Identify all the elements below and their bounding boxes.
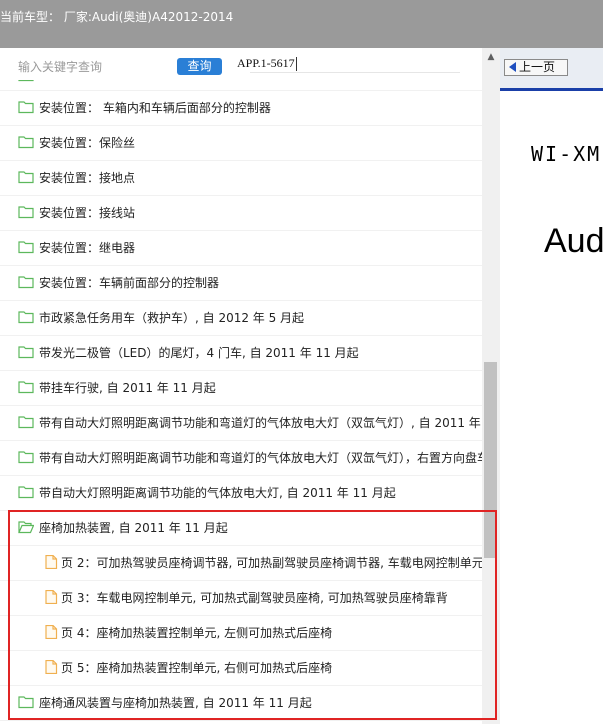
- previous-page-label: 上一页: [519, 60, 556, 74]
- folder-icon: [18, 415, 34, 429]
- tree-folder-item[interactable]: 安装位置： 车箱内和车辆后面部分的控制器: [0, 91, 482, 126]
- tree-folder-item[interactable]: 座椅加热装置, 自 2011 年 11 月起: [0, 511, 482, 546]
- tree-folder-item[interactable]: 带自动大灯照明距离调节功能的气体放电大灯, 自 2011 年 11 月起: [0, 476, 482, 511]
- tree-page-item[interactable]: 页 4：座椅加热装置控制单元, 左侧可加热式后座椅: [0, 616, 482, 651]
- tree-page-item[interactable]: 页 3：车载电网控制单元, 可加热式副驾驶员座椅, 可加热驾驶员座椅靠背: [0, 581, 482, 616]
- vertical-scrollbar[interactable]: ▲: [482, 48, 500, 724]
- folder-icon: [18, 695, 34, 709]
- document-heading-wixml: WI-XML: [531, 142, 603, 166]
- document-heading-brand: Audi: [544, 222, 603, 260]
- previous-page-button[interactable]: 上一页: [504, 59, 568, 76]
- tree-item-label: 座椅加热装置, 自 2011 年 11 月起: [39, 521, 228, 535]
- tree-page-item[interactable]: 页 2：可加热驾驶员座椅调节器, 可加热副驾驶员座椅调节器, 车载电网控制单元: [0, 546, 482, 581]
- tree-item-label: 带有自动大灯照明距离调节功能和弯道灯的气体放电大灯（双氙气灯）, 自 2011 …: [39, 416, 482, 430]
- tree-item-label: 安装位置：接线站: [39, 206, 136, 220]
- folder-icon: [18, 100, 34, 114]
- tree-list: 安全气囊系统, 自 2011 年 11 月起安装位置： 车箱内和车辆后面部分的控…: [0, 73, 482, 724]
- text-cursor: [295, 57, 297, 72]
- tree-folder-item[interactable]: 带发光二极管（LED）的尾灯，4 门车, 自 2011 年 11 月起: [0, 336, 482, 371]
- tree-item-label: 安装位置：保险丝: [39, 136, 136, 150]
- tree-item-label: 安装位置：车辆前面部分的控制器: [39, 276, 220, 290]
- tree-item-label: 带自动大灯照明距离调节功能的气体放电大灯, 自 2011 年 11 月起: [39, 486, 396, 500]
- folder-icon: [18, 345, 34, 359]
- folder-icon: [18, 310, 34, 324]
- scroll-up-arrow-icon[interactable]: ▲: [482, 48, 500, 66]
- search-bar: 查询 APP.1-5617: [0, 48, 480, 80]
- tree-folder-item[interactable]: 市政紧急任务用车（救护车）, 自 2012 年 5 月起: [0, 301, 482, 336]
- document-toolbar: 上一页: [500, 48, 603, 88]
- tree-item-label: 页 2：可加热驾驶员座椅调节器, 可加热副驾驶员座椅调节器, 车载电网控制单元: [61, 556, 482, 570]
- tree-folder-item[interactable]: 安装位置：接线站: [0, 196, 482, 231]
- folder-icon: [18, 170, 34, 184]
- document-page-icon: [43, 554, 59, 570]
- search-button[interactable]: 查询: [177, 58, 222, 75]
- tree-folder-item[interactable]: 带挂车行驶, 自 2011 年 11 月起: [0, 371, 482, 406]
- tree-item-label: 座椅通风装置与座椅加热装置, 自 2011 年 11 月起: [39, 696, 312, 710]
- folder-icon: [18, 240, 34, 254]
- tree-item-label: 页 3：车载电网控制单元, 可加热式副驾驶员座椅, 可加热驾驶员座椅靠背: [61, 591, 448, 605]
- document-page-icon: [43, 624, 59, 640]
- app-code-text: APP.1-5617: [237, 56, 295, 70]
- folder-icon: [18, 205, 34, 219]
- tree-item-label: 带有自动大灯照明距离调节功能和弯道灯的气体放电大灯（双氙气灯），右置方向盘车辆: [39, 451, 482, 465]
- tree-item-label: 市政紧急任务用车（救护车）, 自 2012 年 5 月起: [39, 311, 305, 325]
- folder-icon: [18, 135, 34, 149]
- tree-item-label: 安装位置：继电器: [39, 241, 136, 255]
- folder-icon: [18, 485, 34, 499]
- document-page-icon: [43, 659, 59, 675]
- tree-item-label: 带发光二极管（LED）的尾灯，4 门车, 自 2011 年 11 月起: [39, 346, 359, 360]
- scrollbar-thumb[interactable]: [484, 362, 497, 558]
- tree-folder-item[interactable]: 安装位置：接地点: [0, 161, 482, 196]
- document-panel: 上一页 WI-XML Audi: [500, 48, 603, 724]
- arrow-left-icon: [509, 62, 516, 72]
- document-divider: [500, 88, 603, 91]
- tree-item-label: 带挂车行驶, 自 2011 年 11 月起: [39, 381, 216, 395]
- folder-icon: [18, 450, 34, 464]
- tree-folder-item[interactable]: 座椅通风装置与座椅加热装置, 自 2011 年 11 月起: [0, 686, 482, 721]
- search-input[interactable]: [18, 58, 168, 76]
- tree-folder-item[interactable]: 安装位置：保险丝: [0, 126, 482, 161]
- app-code-field[interactable]: APP.1-5617: [237, 56, 297, 72]
- title-bar: 当前车型： 厂家:Audi(奥迪)A42012-2014: [0, 0, 603, 48]
- tree-item-label: 安装位置：接地点: [39, 171, 136, 185]
- search-underline: [250, 72, 460, 73]
- tree-panel: 安全气囊系统, 自 2011 年 11 月起安装位置： 车箱内和车辆后面部分的控…: [0, 48, 500, 724]
- tree-page-item[interactable]: 页 5：座椅加热装置控制单元, 右侧可加热式后座椅: [0, 651, 482, 686]
- folder-open-icon: [18, 520, 35, 534]
- tree-item-label: 页 4：座椅加热装置控制单元, 左侧可加热式后座椅: [61, 626, 333, 640]
- document-page-icon: [43, 589, 59, 605]
- tree-item-label: 页 5：座椅加热装置控制单元, 右侧可加热式后座椅: [61, 661, 333, 675]
- tree-folder-item[interactable]: 带有自动大灯照明距离调节功能和弯道灯的气体放电大灯（双氙气灯）, 自 2011 …: [0, 406, 482, 441]
- tree-folder-item[interactable]: 带有自动大灯照明距离调节功能和弯道灯的气体放电大灯（双氙气灯），右置方向盘车辆: [0, 441, 482, 476]
- folder-icon: [18, 380, 34, 394]
- folder-icon: [18, 275, 34, 289]
- tree-item-label: 安装位置： 车箱内和车辆后面部分的控制器: [39, 101, 271, 115]
- tree-folder-item[interactable]: 安装位置：车辆前面部分的控制器: [0, 266, 482, 301]
- current-vehicle-title: 当前车型： 厂家:Audi(奥迪)A42012-2014: [0, 10, 234, 24]
- tree-folder-item[interactable]: 安装位置：继电器: [0, 231, 482, 266]
